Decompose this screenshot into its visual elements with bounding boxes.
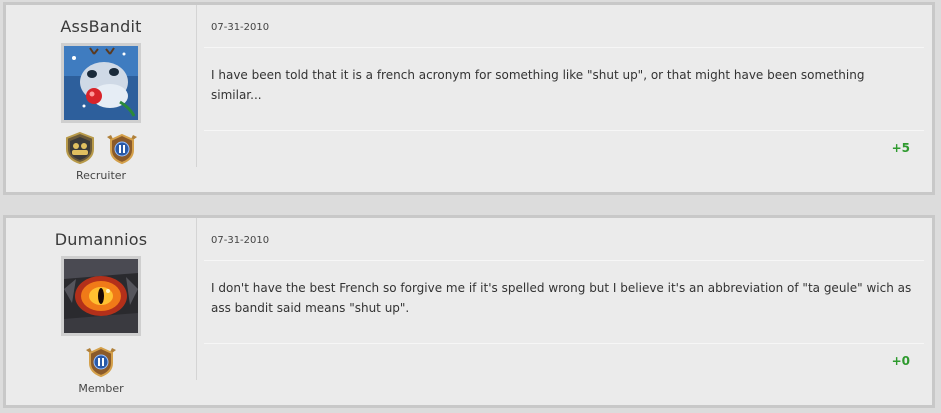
forum-post: Dumannios Member 07-31-2010 I don't have… xyxy=(3,215,935,408)
post-date: 07-31-2010 xyxy=(211,22,270,33)
recruiter-badge-icon[interactable] xyxy=(63,131,97,165)
badge-row xyxy=(6,344,196,378)
divider xyxy=(204,130,924,131)
user-rank: Recruiter xyxy=(75,169,127,182)
member-badge-icon[interactable] xyxy=(84,344,118,378)
post-author-panel: Dumannios Member xyxy=(6,218,197,395)
post-score[interactable]: +5 xyxy=(892,141,910,155)
fiery-eye-avatar-icon[interactable] xyxy=(61,256,141,336)
divider xyxy=(204,47,924,48)
forum-post: AssBandit Recruiter 07-31-2010 I have be… xyxy=(3,2,935,195)
post-message: I don't have the best French so forgive … xyxy=(211,281,912,315)
post-score[interactable]: +0 xyxy=(892,354,910,368)
post-date: 07-31-2010 xyxy=(211,235,270,246)
divider xyxy=(204,260,924,261)
reindeer-avatar-icon[interactable] xyxy=(61,43,141,123)
member-badge-icon[interactable] xyxy=(105,131,139,165)
post-message: I have been told that it is a french acr… xyxy=(211,68,865,102)
user-rank: Member xyxy=(78,382,124,395)
badge-row xyxy=(6,131,196,165)
post-author-panel: AssBandit Recruiter xyxy=(6,5,197,182)
username-link[interactable]: AssBandit xyxy=(6,17,196,36)
divider xyxy=(204,343,924,344)
username-link[interactable]: Dumannios xyxy=(6,230,196,249)
